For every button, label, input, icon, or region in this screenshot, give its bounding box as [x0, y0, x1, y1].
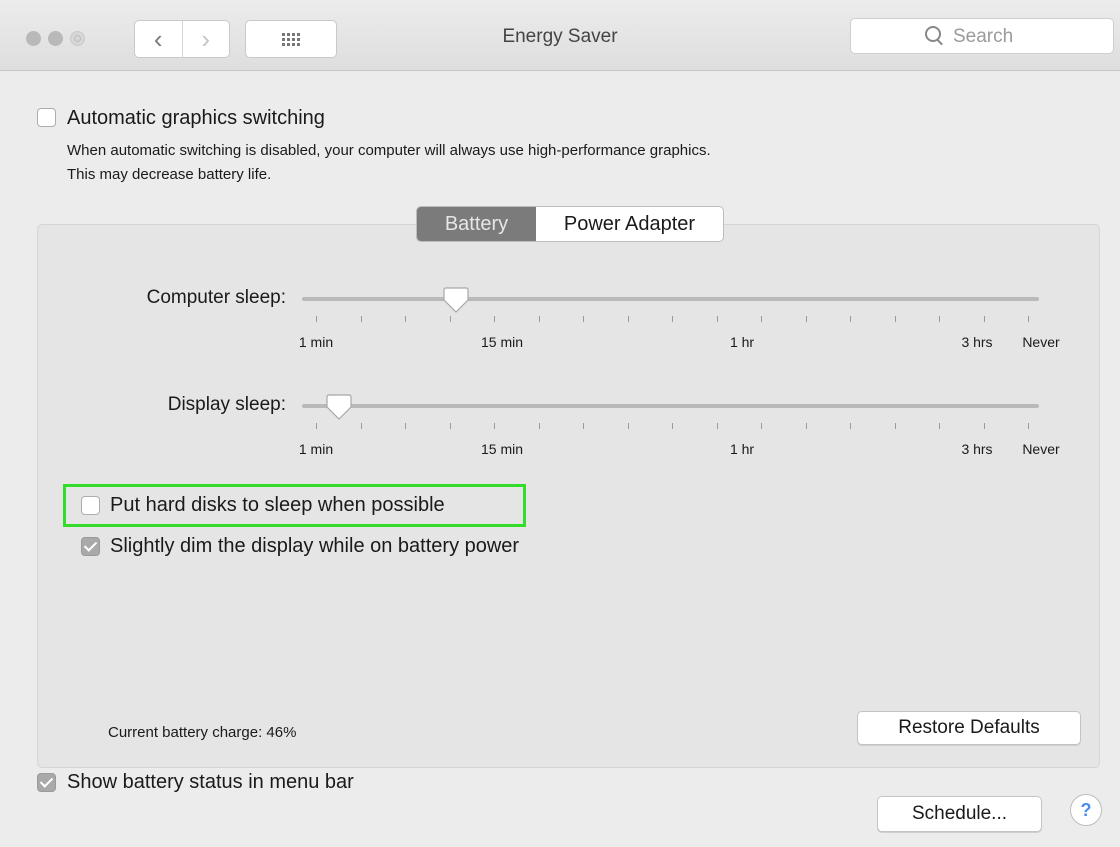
slider-tick [360, 316, 362, 322]
forward-button[interactable]: › [181, 21, 230, 57]
slider-tick [360, 423, 362, 429]
tab-control: Battery Power Adapter [416, 206, 724, 242]
computer-sleep-track[interactable] [302, 297, 1039, 301]
display-sleep-tick-label: 15 min [480, 441, 524, 457]
display-sleep-track[interactable] [302, 404, 1039, 408]
slider-tick [850, 316, 851, 322]
slider-tick [939, 316, 940, 322]
slider-tick [894, 316, 896, 322]
hard-disks-sleep-checkbox[interactable] [81, 496, 100, 515]
minimize-window-button[interactable] [48, 31, 63, 46]
hard-disks-sleep-label: Put hard disks to sleep when possible [110, 494, 445, 516]
slider-tick [939, 423, 940, 429]
slider-tick [316, 316, 317, 322]
grid-icon [282, 32, 300, 46]
tab-battery[interactable]: Battery [417, 207, 536, 241]
zoom-window-button[interactable] [70, 31, 85, 46]
slider-tick [672, 423, 673, 429]
slider-tick [761, 316, 762, 322]
computer-sleep-tick-label: 1 min [298, 334, 334, 350]
slider-tick [983, 423, 985, 429]
computer-sleep-tick-label: Never [1022, 334, 1060, 350]
slider-tick [716, 423, 718, 429]
show-battery-status-checkbox[interactable] [37, 773, 56, 792]
slider-tick [449, 423, 451, 429]
slider-tick [716, 316, 718, 322]
slider-tick [1028, 316, 1029, 322]
slider-tick [494, 423, 495, 429]
navigation-buttons: ‹ › [134, 20, 230, 58]
show-battery-status-label: Show battery status in menu bar [67, 771, 354, 793]
display-sleep-tick-label: Never [1022, 441, 1060, 457]
slider-tick [583, 423, 584, 429]
search-icon [925, 26, 941, 42]
display-sleep-tick-label: 1 min [298, 441, 334, 457]
graphics-description-line1: When automatic switching is disabled, yo… [67, 142, 711, 159]
graphics-switching-label: Automatic graphics switching [67, 107, 325, 129]
slider-tick [850, 423, 851, 429]
battery-charge-text: Current battery charge: 46% [108, 724, 297, 741]
slider-tick [894, 423, 896, 429]
slider-tick [538, 423, 540, 429]
tab-power-adapter[interactable]: Power Adapter [536, 207, 723, 241]
slider-tick [449, 316, 451, 322]
slider-tick [583, 316, 584, 322]
slider-tick [983, 316, 985, 322]
graphics-description-line2: This may decrease battery life. [67, 166, 272, 183]
slider-tick [672, 316, 673, 322]
computer-sleep-knob[interactable] [442, 287, 470, 313]
slider-tick [405, 316, 406, 322]
schedule-button[interactable]: Schedule... [877, 796, 1042, 832]
search-field[interactable]: Search [850, 18, 1114, 54]
display-sleep-knob[interactable] [325, 394, 353, 420]
slider-tick [627, 316, 629, 322]
computer-sleep-tick-label: 3 hrs [961, 334, 993, 350]
computer-sleep-tick-label: 1 hr [729, 334, 755, 350]
slider-tick [627, 423, 629, 429]
display-sleep-tick-label: 3 hrs [961, 441, 993, 457]
display-sleep-tick-label: 1 hr [729, 441, 755, 457]
show-all-button[interactable] [245, 20, 337, 58]
title-bar: ‹ › Energy Saver Search [0, 0, 1120, 71]
slider-tick [316, 423, 317, 429]
slider-tick [494, 316, 495, 322]
window-title: Energy Saver [502, 26, 618, 47]
slider-tick [538, 316, 540, 322]
chevron-right-icon: › [201, 24, 211, 54]
search-placeholder: Search [953, 26, 1014, 47]
help-button[interactable]: ? [1070, 794, 1102, 826]
slider-tick [405, 423, 406, 429]
computer-sleep-label: Computer sleep: [146, 287, 286, 308]
chevron-left-icon: ‹ [153, 24, 163, 54]
close-window-button[interactable] [26, 31, 41, 46]
slider-tick [1028, 423, 1029, 429]
slider-tick [761, 423, 762, 429]
dim-display-checkbox[interactable] [81, 537, 100, 556]
restore-defaults-button[interactable]: Restore Defaults [857, 711, 1081, 745]
slider-tick [805, 423, 807, 429]
dim-display-label: Slightly dim the display while on batter… [110, 535, 520, 557]
slider-tick [805, 316, 807, 322]
back-button[interactable]: ‹ [135, 21, 182, 57]
display-sleep-label: Display sleep: [167, 394, 286, 415]
graphics-switching-checkbox[interactable] [37, 108, 56, 127]
computer-sleep-tick-label: 15 min [480, 334, 524, 350]
